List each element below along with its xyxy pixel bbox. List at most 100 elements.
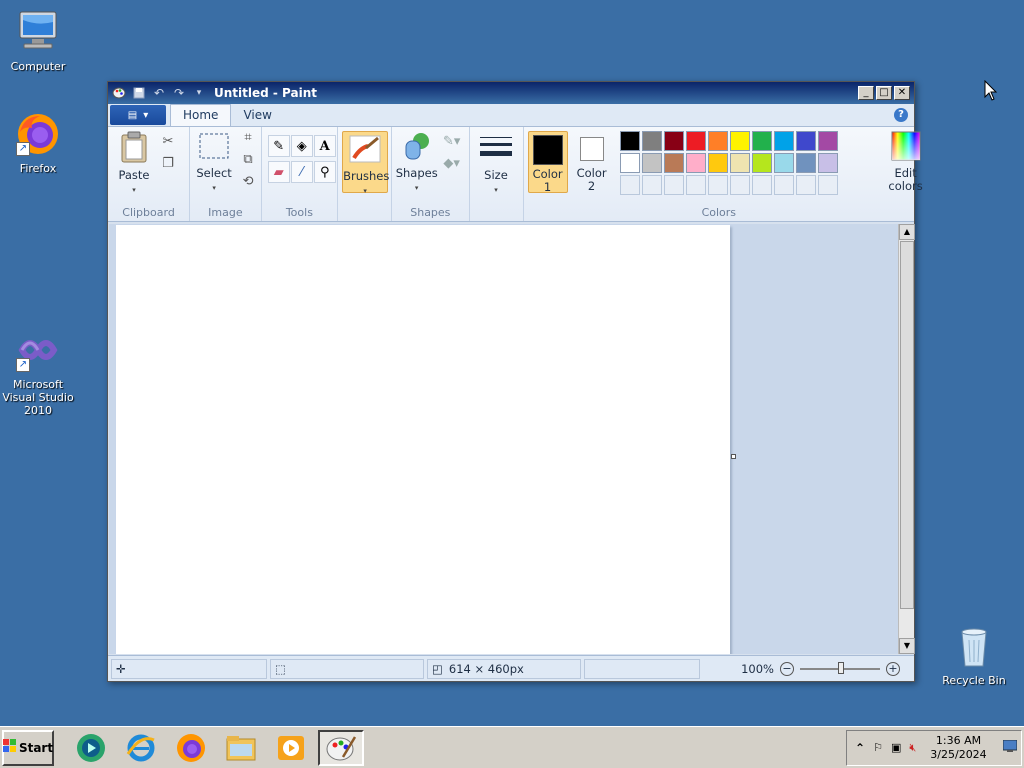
fill-bucket-icon[interactable]: ◈ [290,135,313,157]
resize-icon[interactable]: ⧉ [238,149,258,169]
desktop-icon-computer[interactable]: Computer [0,8,78,73]
color1-label: Color [532,167,563,181]
minimize-button[interactable]: _ [858,86,874,100]
clock-date: 3/25/2024 [930,747,987,761]
help-icon[interactable]: ? [894,108,908,122]
palette-swatch[interactable] [707,153,728,173]
custom-color-slot[interactable] [707,175,728,195]
shapes-icon [396,131,438,164]
paint-app-icon[interactable] [110,85,128,101]
palette-swatch[interactable] [795,131,816,151]
customize-toolbar-chevron-down-icon[interactable]: ▾ [190,85,208,101]
color2-button[interactable]: Color 2 [572,131,612,193]
scroll-up-arrow-icon[interactable]: ▲ [899,224,915,240]
crop-icon[interactable]: ⌗ [238,127,258,147]
edit-colors-label: Edit [894,166,917,180]
taskbar-app-internet-explorer[interactable] [118,730,164,766]
cut-icon[interactable]: ✂ [158,131,178,151]
custom-color-slot[interactable] [751,175,772,195]
custom-color-slot[interactable] [641,175,662,195]
start-button[interactable]: Start [2,729,54,766]
palette-swatch[interactable] [663,153,684,173]
custom-color-slot[interactable] [729,175,750,195]
title-bar[interactable]: ↶ ↷ ▾ Untitled - Paint _ □ ✕ [108,82,914,104]
palette-swatch[interactable] [641,131,662,151]
palette-swatch[interactable] [751,131,772,151]
desktop-icon-firefox[interactable]: ↗ Firefox [0,110,78,175]
desktop-icon-recycle-bin[interactable]: Recycle Bin [934,622,1014,687]
visual-studio-icon: ↗ [14,326,62,374]
custom-color-slot[interactable] [817,175,838,195]
rotate-icon[interactable]: ⟲ [238,171,258,191]
taskbar-app-paint[interactable] [318,729,364,766]
palette-swatch[interactable] [773,131,794,151]
copy-icon[interactable]: ❐ [158,153,178,173]
eraser-icon[interactable]: ▰ [267,161,290,183]
save-icon[interactable] [130,85,148,101]
scroll-down-arrow-icon[interactable]: ▼ [899,638,915,654]
clock[interactable]: 1:36 AM 3/25/2024 [930,734,986,762]
palette-swatch[interactable] [729,131,750,151]
palette-swatch[interactable] [773,153,794,173]
palette-swatch[interactable] [685,153,706,173]
canvas-resize-handle[interactable] [731,454,736,459]
pencil-icon[interactable]: ✎ [267,135,290,157]
show-hidden-icons-chevron-up-icon[interactable]: ⌃ [855,741,865,755]
size-button[interactable]: Size ▾ [476,135,516,197]
redo-icon[interactable]: ↷ [170,85,188,101]
zoom-out-icon[interactable]: − [780,661,794,676]
shapes-button[interactable]: Shapes ▾ [396,131,438,195]
color-picker-icon[interactable]: ⁄ [290,161,313,183]
palette-swatch[interactable] [641,153,662,173]
drawing-canvas[interactable] [116,225,730,654]
zoom-in-icon[interactable]: + [886,661,900,676]
desktop-icon-visual-studio[interactable]: ↗ Microsoft Visual Studio 2010 [0,326,78,417]
tab-home[interactable]: Home [170,104,232,126]
file-size-cell [584,658,700,679]
network-icon[interactable]: ▣ [891,741,901,754]
vertical-scrollbar[interactable]: ▲ ▼ [898,224,915,654]
taskbar-app-media-player[interactable] [268,730,314,766]
select-button[interactable]: Select ▾ [194,131,234,195]
palette-swatch[interactable] [817,153,838,173]
close-button[interactable]: ✕ [894,86,910,100]
palette-swatch[interactable] [795,153,816,173]
custom-color-slot[interactable] [685,175,706,195]
paste-button[interactable]: Paste ▾ [114,131,154,197]
palette-swatch[interactable] [663,131,684,151]
maximize-button[interactable]: □ [876,86,892,100]
line-size-icon [476,135,516,166]
brushes-button[interactable]: Brushes ▾ [342,131,389,195]
palette-swatch[interactable] [619,153,640,173]
color1-button[interactable]: Color 1 [527,131,568,194]
custom-color-slot[interactable] [795,175,816,195]
outline-icon[interactable]: ✎▾ [442,131,462,151]
scrollbar-thumb[interactable] [900,241,914,609]
custom-color-slot[interactable] [773,175,794,195]
clipboard-group: Paste ▾ ✂ ❐ Clipboard [108,127,191,221]
fill-icon[interactable]: ◆▾ [442,153,462,173]
action-center-flag-icon[interactable]: ⚐ [873,741,883,754]
edit-colors-button[interactable]: Edit colors [884,131,928,193]
undo-icon[interactable]: ↶ [150,85,168,101]
palette-swatch[interactable] [685,131,706,151]
text-tool-icon[interactable]: A [313,135,336,157]
zoom-slider-knob[interactable] [838,661,844,674]
palette-swatch[interactable] [707,131,728,151]
paint-menu-button[interactable]: ▤ ▾ [110,105,166,125]
zoom-slider[interactable] [800,661,880,674]
taskbar-app-media-center[interactable] [68,730,114,766]
palette-swatch[interactable] [619,131,640,151]
show-desktop-icon[interactable] [1002,739,1018,755]
taskbar-app-file-explorer[interactable] [218,730,264,766]
magnifier-icon[interactable]: ⚲ [313,161,336,183]
palette-swatch[interactable] [817,131,838,151]
custom-color-slot[interactable] [663,175,684,195]
windows-logo-icon [2,739,17,756]
custom-color-slot[interactable] [619,175,640,195]
tab-view[interactable]: View [231,105,283,126]
volume-muted-icon[interactable]: 🔇︎ [909,741,916,755]
palette-swatch[interactable] [751,153,772,173]
taskbar-app-firefox[interactable] [168,730,214,766]
palette-swatch[interactable] [729,153,750,173]
